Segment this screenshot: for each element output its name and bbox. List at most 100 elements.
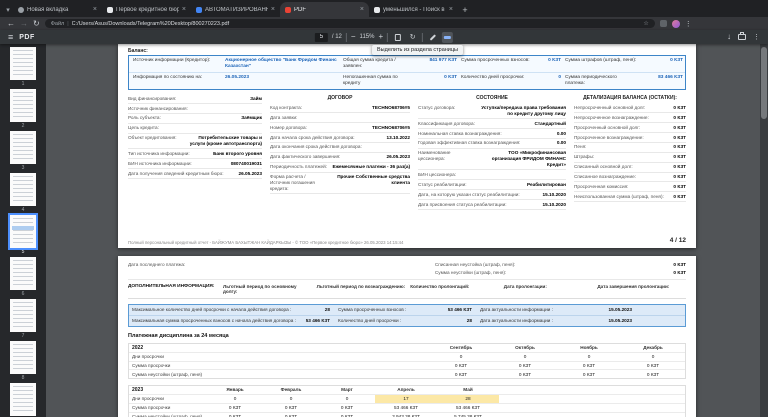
pdf-more-icon[interactable]: ⋮ xyxy=(753,33,760,41)
highlight-button[interactable] xyxy=(442,32,453,43)
field-label: Дата заявки: xyxy=(270,115,407,121)
page-thumbnail[interactable]: 4 xyxy=(0,173,46,213)
page-thumbnail[interactable]: 3 xyxy=(0,131,46,171)
status-rows: Статус договора: Уступка/передача права … xyxy=(418,103,566,210)
scrollbar-thumb[interactable] xyxy=(761,47,767,119)
cell: 0 КЗТ xyxy=(493,362,557,370)
tab-list: Новая вкладка × Первое кредитное бюро - … xyxy=(13,2,458,17)
print-icon[interactable] xyxy=(738,34,746,40)
pdf-page-5: Дата последнего платежа: Списанная неуст… xyxy=(118,256,696,417)
detail-row: Дата фактического завершения: 26.05.2023 xyxy=(270,153,410,163)
page-thumbnail[interactable]: 1 xyxy=(0,47,46,87)
profile-avatar[interactable] xyxy=(672,20,680,28)
url-scheme-label: Файл xyxy=(51,21,65,27)
tab-close-icon[interactable]: × xyxy=(93,6,97,13)
page-thumbnail[interactable]: 7 xyxy=(0,299,46,339)
tab-close-icon[interactable]: × xyxy=(449,6,453,13)
url-text: C:/Users/Asus/Downloads/Telegram%20Deskt… xyxy=(72,21,641,27)
field-label: Списанный основной долг: xyxy=(574,164,670,170)
field-label: Статус реабилитации: xyxy=(418,182,524,188)
forward-icon[interactable]: → xyxy=(20,20,28,28)
page-thumbnail[interactable]: 2 xyxy=(0,89,46,129)
field-label: Форма расчета / Источник погашения креди… xyxy=(270,174,326,192)
reload-icon[interactable]: ↻ xyxy=(33,20,40,28)
detail-row: Источник финансирования: xyxy=(128,104,262,114)
tab-search-icon[interactable]: ▾ xyxy=(3,2,13,17)
thumbnail-preview[interactable] xyxy=(10,341,36,374)
cell: 0 КЗТ xyxy=(557,362,621,370)
field-value: 53 466 КЗТ xyxy=(302,318,338,324)
page-thumbnail[interactable]: 5 xyxy=(0,215,46,255)
detail-row: Просроченное вознаграждение: 0 КЗТ xyxy=(574,133,686,143)
tab-close-icon[interactable]: × xyxy=(271,6,275,13)
column-header: Льготный период по основному долгу: xyxy=(223,284,312,295)
thumbnail-preview[interactable] xyxy=(10,131,36,164)
page-thumbnail[interactable]: 9 xyxy=(0,383,46,417)
thumbnail-number: 1 xyxy=(0,81,46,87)
cell: 53 466 КЗТ xyxy=(375,404,437,412)
cell: 0 xyxy=(621,353,685,361)
browser-tab[interactable]: PDF × xyxy=(280,2,369,17)
thumbnail-preview[interactable] xyxy=(10,257,36,290)
field-label: Количество дней просрочки: xyxy=(459,74,533,88)
field-label: Источник информации (Кредитор): xyxy=(131,57,223,71)
browser-tab[interactable]: Первое кредитное бюро - Пе × xyxy=(102,2,191,17)
field-label: Просроченный основной долг: xyxy=(574,125,670,131)
column-header: СОСТОЯНИЕ xyxy=(418,94,566,103)
page-thumbnail[interactable]: 6 xyxy=(0,257,46,297)
column-header: Количество пролонгаций: xyxy=(410,284,499,295)
detail-row: Дата заявки: xyxy=(270,113,410,123)
new-tab-button[interactable]: + xyxy=(458,2,472,17)
page-thumbnail[interactable]: 8 xyxy=(0,341,46,381)
year-label: 2023 xyxy=(129,387,207,393)
download-icon[interactable]: ↓ xyxy=(727,33,731,41)
field-value: 0 КЗТ xyxy=(673,184,686,190)
cell: 3 943.38 КЗТ xyxy=(375,413,437,417)
browser-tab[interactable]: Новая вкладка × xyxy=(13,2,102,17)
extensions-icon[interactable] xyxy=(660,20,667,27)
draw-button[interactable] xyxy=(427,32,438,43)
rotate-button[interactable]: ↻ xyxy=(407,32,418,43)
page-number-input[interactable] xyxy=(315,33,328,42)
field-label: Сумма просроченных взносов : xyxy=(338,307,430,313)
field-label: Код контракта: xyxy=(270,105,369,111)
field-label: Дата получения сведений кредитным бюро: xyxy=(128,171,236,177)
browser-toolbar: ← → ↻ Файл | C:/Users/Asus/Downloads/Tel… xyxy=(0,17,768,30)
zoom-out-button[interactable]: − xyxy=(351,33,356,41)
tab-close-icon[interactable]: × xyxy=(182,6,186,13)
document-view: Баланс: Источник информации (Кредитор): … xyxy=(46,44,768,417)
detail-row: Номинальная ставка вознаграждения: 0.00 xyxy=(418,129,566,139)
browser-tab[interactable]: АВТОМАТИЗИРОВАННАЯ ИН × xyxy=(191,2,280,17)
browser-tab[interactable]: уменьшился - Поиск в Goog × xyxy=(369,2,458,17)
pdf-menu-icon[interactable]: ≡ xyxy=(8,33,13,42)
thumbnail-preview[interactable] xyxy=(10,47,36,80)
row-label: Дни просрочки xyxy=(129,396,207,402)
tab-close-icon[interactable]: × xyxy=(360,6,364,13)
thumbnail-preview[interactable] xyxy=(10,299,36,332)
cell: 0 xyxy=(429,353,493,361)
balance-detail-column: ДЕТАЛИЗАЦИЯ БАЛАНСА (ОСТАТКИ): Непросроч… xyxy=(574,94,686,234)
detail-row: Периодичность платежей: Ежемесячные плат… xyxy=(270,163,410,173)
thumbnail-preview[interactable] xyxy=(10,215,36,248)
toolbar-tooltip: Выделить из раздела страницы xyxy=(372,45,463,55)
tab-title: уменьшился - Поиск в Goog xyxy=(383,7,446,13)
bookmark-star-icon[interactable]: ☆ xyxy=(643,20,648,27)
cell: 17 xyxy=(375,395,437,403)
status-column: СОСТОЯНИЕ Статус договора: Уступка/перед… xyxy=(418,94,566,234)
fit-page-button[interactable] xyxy=(392,32,403,43)
detail-row: Просроченный основной долг: 0 КЗТ xyxy=(574,123,686,133)
browser-menu-icon[interactable]: ⋮ xyxy=(685,20,692,28)
vertical-scrollbar[interactable] xyxy=(760,44,768,417)
address-bar[interactable]: Файл | C:/Users/Asus/Downloads/Telegram%… xyxy=(45,19,655,28)
cell: 0 xyxy=(207,395,263,403)
contract-column: ДОГОВОР Код контракта: TECHNO68706#5 Да xyxy=(270,94,410,234)
detail-row: БИН цессионера: xyxy=(418,170,566,180)
detail-row: Наименование цессионера: ТОО «Микрофинан… xyxy=(418,149,566,171)
thumbnail-preview[interactable] xyxy=(10,173,36,206)
thumbnail-preview[interactable] xyxy=(10,383,36,416)
detail-row: Вид финансирования: Займ xyxy=(128,94,262,104)
back-icon[interactable]: ← xyxy=(7,20,15,28)
thumbnail-preview[interactable] xyxy=(10,89,36,122)
zoom-in-button[interactable]: + xyxy=(378,33,383,41)
discipline-title: Платежная дисциплина за 24 месяца xyxy=(128,333,686,340)
